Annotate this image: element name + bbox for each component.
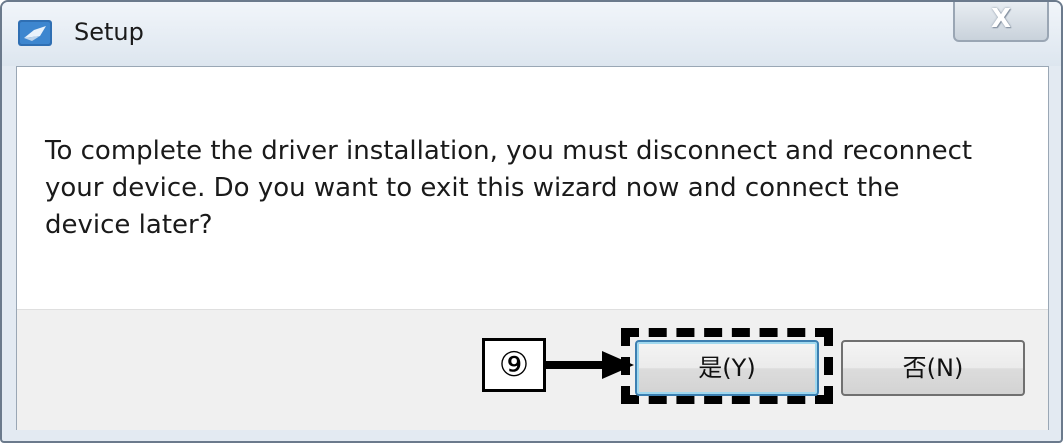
dialog-message: To complete the driver installation, you… [45,136,973,240]
step-callout: ⑨ [482,338,546,392]
dialog-body: To complete the driver installation, you… [16,66,1049,430]
close-button[interactable]: X [953,2,1049,42]
setup-dialog: Setup X To complete the driver installat… [0,0,1063,443]
setup-app-icon [18,20,52,46]
title-bar: Setup X [2,2,1061,66]
button-bar: ⑨ 是(Y) 否(N) [17,309,1048,430]
window-title: Setup [74,18,144,46]
close-icon: X [990,4,1012,34]
no-button[interactable]: 否(N) [841,340,1025,396]
yes-button[interactable]: 是(Y) [635,340,819,396]
